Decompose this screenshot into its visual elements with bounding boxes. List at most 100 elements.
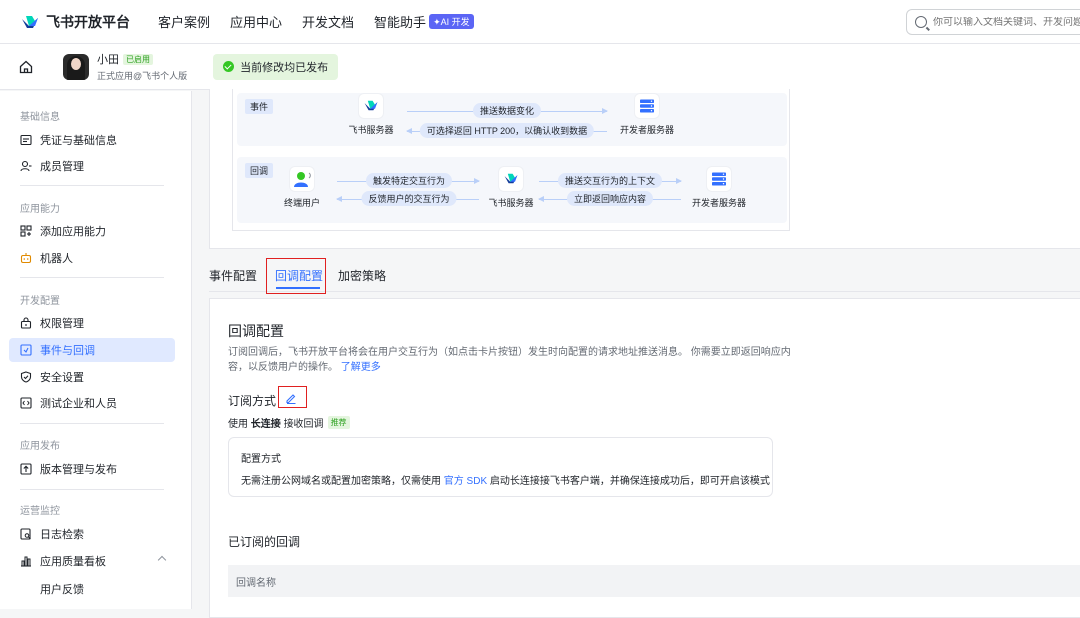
sidebar-item-bot[interactable]: 机器人: [9, 246, 175, 270]
event-tag: 事件: [245, 99, 274, 114]
sidebar-item-label: 凭证与基础信息: [40, 135, 117, 147]
upload-box-icon: [20, 463, 32, 475]
node-feishu-server: 飞书服务器: [343, 94, 399, 136]
sidebar-item-label: 版本管理与发布: [40, 464, 117, 476]
sidebar-item-add-ability[interactable]: 添加应用能力: [9, 219, 175, 243]
check-circle-icon: [223, 61, 235, 72]
bar-chart-icon: [21, 556, 31, 567]
logo-text: 飞书开放平台: [46, 13, 130, 30]
panel-description: 订阅回调后，飞书开放平台将会在用户交互行为（如点击卡片按钮）发生时向配置的请求地…: [228, 345, 793, 375]
highlight-box-edit: [278, 386, 307, 408]
feishu-logo-icon: [22, 15, 38, 28]
flow-diagram: 事件 飞书服务器 推送数据变化 可选择返回 HTTP 200，以确认收到数据 开…: [232, 89, 790, 231]
learn-more-link[interactable]: 了解更多: [341, 362, 381, 373]
app-avatar[interactable]: [63, 53, 89, 80]
arrow-label-push-context: 推送交互行为的上下文: [557, 173, 663, 188]
callback-tag: 回调: [245, 163, 274, 178]
sidebar-divider: [20, 185, 164, 186]
sidebar-item-label: 日志检索: [40, 529, 84, 541]
code-box-icon: [20, 397, 32, 409]
sidebar-item-members[interactable]: 成员管理: [9, 154, 175, 178]
sidebar-divider: [20, 423, 164, 424]
home-icon[interactable]: [19, 60, 33, 74]
node-label: 开发者服务器: [619, 125, 674, 135]
nav-app-center[interactable]: 应用中心: [230, 12, 282, 31]
top-nav-bar: 飞书开放平台 客户案例 应用中心 开发文档 智能助手 ✦AI 开发: [0, 0, 1080, 44]
sidebar-item-security[interactable]: 安全设置: [9, 365, 175, 389]
panel-title: 回调配置: [228, 323, 284, 339]
publish-status-text: 当前修改均已发布: [240, 61, 329, 74]
search-box[interactable]: [906, 9, 1080, 35]
ai-badge: ✦AI 开发: [429, 14, 474, 29]
sidebar-item-test-tenants[interactable]: 测试企业和人员: [9, 391, 175, 415]
sidebar: 基础信息 凭证与基础信息 成员管理 应用能力 添加应用能力 机器人 开发配置 权…: [0, 91, 192, 609]
node-end-user: 终端用户: [279, 167, 325, 209]
main-nav: 客户案例 应用中心 开发文档 智能助手 ✦AI 开发: [158, 12, 494, 31]
sidebar-item-label: 权限管理: [40, 318, 84, 330]
recommend-badge: 推荐: [327, 416, 350, 429]
sidebar-item-label: 事件与回调: [40, 345, 95, 357]
tab-event-config[interactable]: 事件配置: [209, 267, 257, 284]
arrow-label-reply: 立即返回响应内容: [566, 191, 654, 206]
sidebar-item-permissions[interactable]: 权限管理: [9, 311, 175, 335]
use-mode: 长连接: [250, 419, 281, 430]
sidebar-item-credentials[interactable]: 凭证与基础信息: [9, 128, 175, 152]
app-name: 小田: [97, 54, 119, 66]
feishu-logo-icon: [359, 94, 383, 118]
subscription-method-label: 订阅方式: [228, 394, 277, 408]
use-prefix: 使用: [228, 419, 248, 430]
server-icon: [635, 94, 659, 118]
user-avatar-icon: [290, 167, 314, 191]
node-dev-server: 开发者服务器: [689, 167, 749, 209]
publish-status-banner: 当前修改均已发布: [213, 53, 339, 80]
sidebar-section-abilities: 应用能力: [20, 204, 60, 215]
node-dev-server: 开发者服务器: [617, 94, 677, 136]
subscribed-callbacks-title: 已订阅的回调: [228, 535, 301, 549]
flow-diagram-card: 事件 飞书服务器 推送数据变化 可选择返回 HTTP 200，以确认收到数据 开…: [209, 89, 1080, 249]
sidebar-subitem-user-feedback[interactable]: 用户反馈: [40, 581, 84, 597]
sidebar-item-label: 测试企业和人员: [40, 398, 117, 410]
sidebar-item-label: 机器人: [40, 253, 73, 265]
sidebar-item-events-callbacks[interactable]: 事件与回调: [9, 338, 175, 362]
event-box-icon: [20, 344, 32, 356]
app-info: 小田 已启用 正式应用@飞书个人版: [97, 51, 187, 82]
subscription-method-value: 使用 长连接 接收回调 推荐: [228, 415, 350, 430]
sidebar-section-monitoring: 运营监控: [20, 506, 60, 517]
node-label: 飞书服务器: [348, 125, 394, 135]
nav-smart-assistant[interactable]: 智能助手 ✦AI 开发: [374, 12, 474, 31]
event-flow: 事件 飞书服务器 推送数据变化 可选择返回 HTTP 200，以确认收到数据 开…: [237, 93, 787, 146]
arrow-label-push: 推送数据变化: [472, 103, 542, 118]
node-label: 飞书服务器: [488, 198, 534, 208]
shield-icon: [20, 371, 32, 383]
chevron-up-icon[interactable]: [157, 555, 167, 565]
app-subtitle: 正式应用@飞书个人版: [97, 71, 188, 81]
sidebar-item-log-search[interactable]: 日志检索: [9, 522, 175, 546]
nav-customer-cases[interactable]: 客户案例: [158, 12, 210, 31]
search-input[interactable]: [933, 16, 1080, 28]
sidebar-item-versions[interactable]: 版本管理与发布: [9, 457, 175, 481]
callback-config-panel: 回调配置 订阅回调后，飞书开放平台将会在用户交互行为（如点击卡片按钮）发生时向配…: [209, 298, 1080, 618]
grid-plus-icon: [20, 225, 32, 237]
robot-icon: [20, 253, 32, 264]
sidebar-item-label: 应用质量看板: [40, 556, 106, 568]
sidebar-divider: [20, 489, 164, 490]
tab-encryption-strategy[interactable]: 加密策略: [338, 267, 386, 284]
sidebar-section-dev-config: 开发配置: [20, 296, 60, 307]
callback-flow: 回调 终端用户 触发特定交互行为 反馈用户的交互行为 飞书服务器 推送交互行为的…: [237, 157, 787, 223]
config-desc-part1: 无需注册公网域名或配置加密策略，仅需使用: [241, 476, 441, 487]
highlight-box-tab: [266, 258, 326, 294]
official-sdk-link[interactable]: 官方 SDK: [444, 476, 487, 487]
config-method-desc: 无需注册公网域名或配置加密策略，仅需使用 官方 SDK 启动长连接接飞书客户端，…: [241, 472, 770, 487]
arrow-label-http200: 可选择返回 HTTP 200，以确认收到数据: [419, 123, 595, 138]
server-icon: [707, 167, 731, 191]
nav-dev-docs[interactable]: 开发文档: [302, 12, 354, 31]
node-label: 开发者服务器: [691, 198, 746, 208]
sidebar-item-quality-dashboard[interactable]: 应用质量看板: [9, 549, 175, 573]
sidebar-item-label: 成员管理: [40, 161, 84, 173]
sidebar-section-release: 应用发布: [20, 441, 60, 452]
app-status-badge: 已启用: [123, 53, 153, 65]
logo[interactable]: 飞书开放平台: [20, 12, 130, 32]
log-search-icon: [20, 528, 31, 540]
callbacks-table-header: 回调名称: [228, 565, 1080, 597]
config-desc-part2: 启动长连接接飞书客户端，并确保连接成功后，即可开启该模式: [489, 476, 770, 487]
